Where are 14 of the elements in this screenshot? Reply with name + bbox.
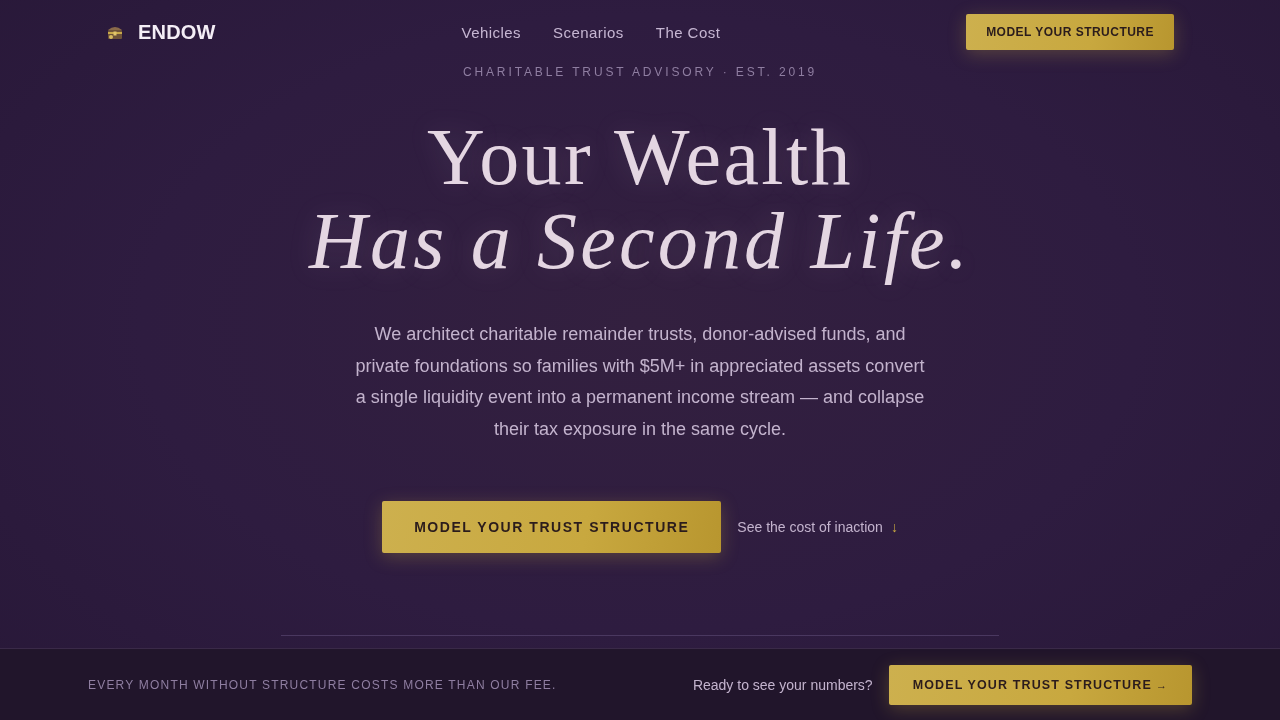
- bar-cta-button[interactable]: MODEL YOUR TRUST STRUCTURE →: [888, 664, 1192, 705]
- header-cta-button[interactable]: MODEL YOUR STRUCTURE: [966, 14, 1174, 50]
- headline: Your Wealth: [427, 115, 853, 199]
- nav-link[interactable]: The Cost: [655, 23, 721, 41]
- nav-link[interactable]: Scenarios: [553, 23, 624, 41]
- eyebrow-text: CHARITABLE TRUST ADVISORY · EST. 2019: [462, 65, 818, 79]
- inaction-link[interactable]: See the cost of inaction ↓: [737, 519, 898, 535]
- bar-message: EVERY MONTH WITHOUT STRUCTURE COSTS MORE THAN OUR FEE.: [88, 677, 557, 692]
- bar-prompt: Ready to see your numbers?: [692, 676, 873, 693]
- primary-cta-button[interactable]: MODEL YOUR TRUST STRUCTURE: [382, 501, 722, 553]
- intro-paragraph: We architect charitable remainder trusts, donor-advised funds, and private foundations so families with $5M+ in appreciated assets convert a single liquidity event into a permanent income stream — and collapse their tax exposure in the same cycle.: [354, 323, 926, 441]
- brand-name: ENDOW: [138, 20, 216, 44]
- nav-link[interactable]: Vehicles: [461, 23, 522, 41]
- headline-italic: Has a Second Life.: [309, 199, 971, 283]
